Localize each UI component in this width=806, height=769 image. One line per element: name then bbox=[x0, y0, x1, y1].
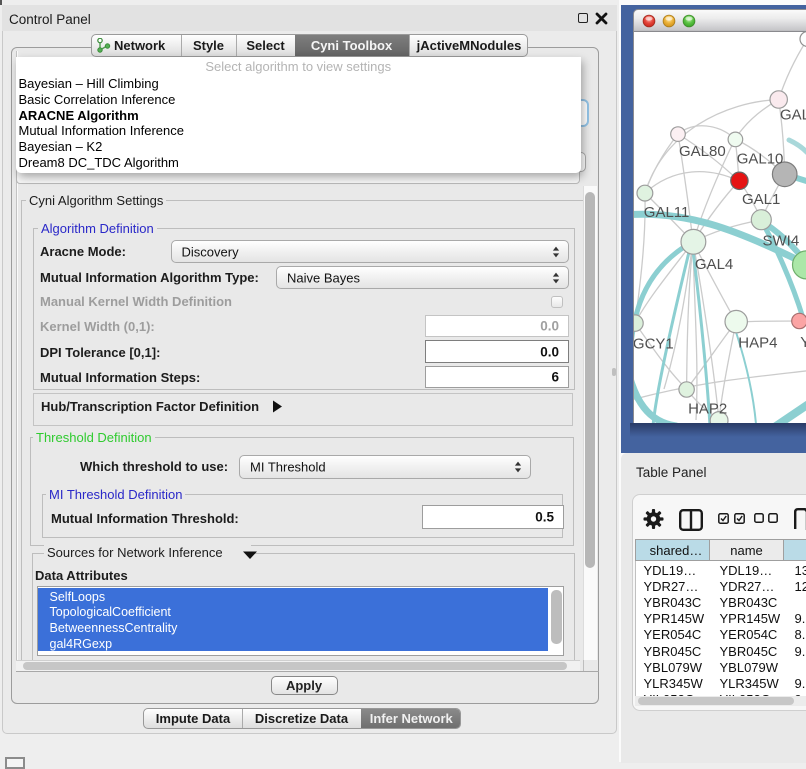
svg-text:Y: Y bbox=[800, 334, 806, 351]
svg-text:GCY1: GCY1 bbox=[634, 335, 674, 352]
svg-text:GAL1: GAL1 bbox=[742, 190, 780, 207]
svg-text:HAP2: HAP2 bbox=[688, 400, 727, 417]
svg-text:GAL10: GAL10 bbox=[737, 150, 784, 167]
svg-text:GAL11: GAL11 bbox=[644, 204, 690, 221]
svg-text:GAL7: GAL7 bbox=[780, 106, 806, 123]
svg-text:SWI4: SWI4 bbox=[763, 232, 800, 249]
svg-text:GAL80: GAL80 bbox=[679, 143, 726, 160]
svg-text:GAL4: GAL4 bbox=[695, 255, 733, 272]
svg-text:HAP4: HAP4 bbox=[738, 334, 777, 351]
